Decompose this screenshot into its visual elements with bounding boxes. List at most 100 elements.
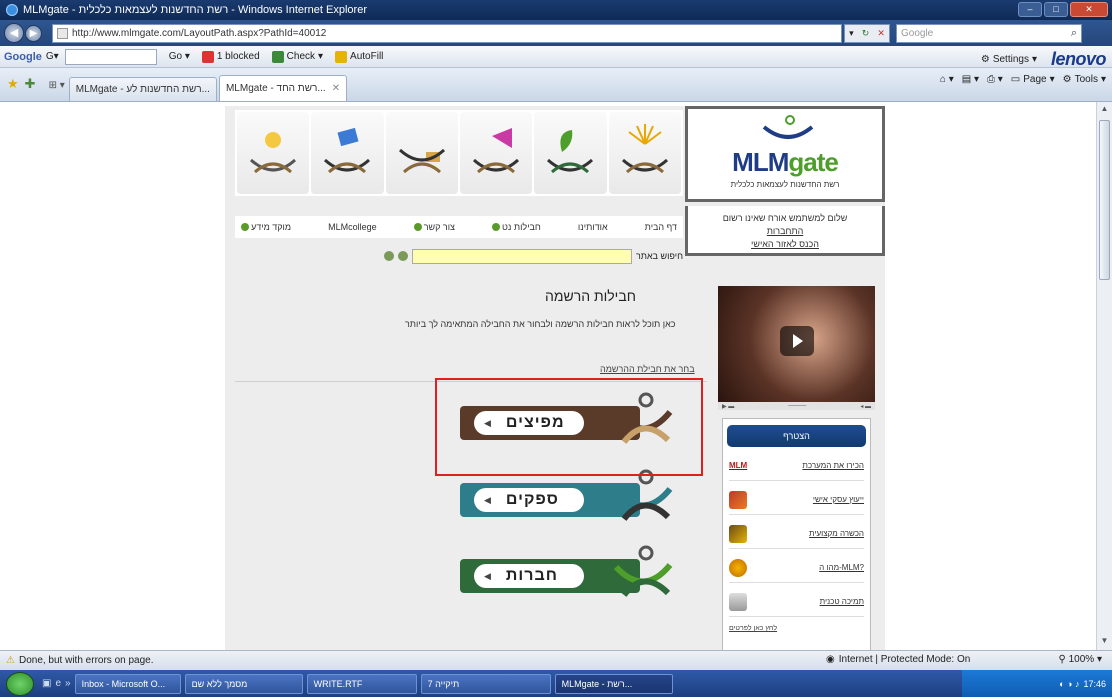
package-label: ספקים — [505, 491, 559, 508]
start-button[interactable] — [6, 671, 34, 696]
site-search-label: חיפוש באתר — [635, 251, 683, 261]
menu-item-home[interactable]: דף הבית — [645, 222, 677, 232]
check-button[interactable]: Check ▾ — [271, 50, 323, 63]
scroll-thumb[interactable] — [1099, 120, 1110, 280]
maximize-button[interactable]: □ — [1044, 2, 1068, 17]
side-item-what-is-mlm[interactable]: מהו ה-MLM? — [729, 553, 864, 583]
task-outlook[interactable]: Inbox - Microsoft O... — [74, 673, 181, 694]
popup-blocked-button[interactable]: 1 blocked — [201, 50, 260, 63]
settings-button[interactable]: ⚙ Settings ▾ — [981, 54, 1037, 65]
tab-mlmgate-2[interactable]: MLMgate - רשת החד... ✕ — [218, 75, 348, 101]
mlm-badge: MLM — [729, 461, 748, 470]
google-search-input[interactable] — [64, 48, 157, 65]
add-favorites-icon[interactable]: ✚ — [25, 76, 36, 92]
side-item-training[interactable]: הכשרה מקצועית — [729, 519, 864, 549]
stop-icon[interactable]: ✕ — [877, 28, 885, 39]
close-button[interactable]: ✕ — [1070, 2, 1108, 17]
taskbar: ▣ e » Inbox - Microsoft O... מסמך ללא שם… — [0, 670, 1112, 697]
task-label: תיקייה 7 — [427, 678, 460, 689]
site-search-input[interactable] — [411, 248, 632, 264]
autofill-button[interactable]: AutoFill — [335, 50, 383, 63]
warning-icon[interactable]: ⚠ — [6, 655, 15, 666]
google-menu-icon[interactable]: G▾ — [46, 51, 59, 62]
task-label: מסמך ללא שם — [191, 678, 248, 689]
task-write[interactable]: WRITE.RTF — [306, 673, 417, 694]
address-bar: ◀ ▶ http://www.mlmgate.com/LayoutPath.as… — [0, 20, 1112, 46]
mlmgate-logo[interactable]: MLMgate רשת החדשנות לעצמאות כלכלית — [685, 106, 885, 202]
print-button[interactable]: ⎙ ▾ — [987, 74, 1003, 85]
search-go-icon[interactable] — [383, 251, 394, 261]
page-menu[interactable]: ▭ Page ▾ — [1011, 74, 1055, 85]
back-button[interactable]: ◀ — [4, 23, 24, 43]
join-button[interactable]: הצטרף — [727, 425, 866, 447]
menu-item-label: מוקד מידע — [251, 222, 292, 232]
forward-button[interactable]: ▶ — [25, 24, 42, 42]
volume-icon[interactable]: ◂ ▬ — [860, 403, 871, 410]
side-item-consulting[interactable]: ייעוץ עסקי אישי — [729, 485, 864, 515]
side-item-label: הכירו את המערכת — [802, 461, 864, 470]
ie-quicklaunch-icon[interactable]: e — [55, 678, 61, 689]
choose-package-link[interactable]: בחר את חבילת ההרשמה — [600, 364, 695, 374]
dropdown-icon[interactable]: ▾ — [849, 28, 854, 39]
autofill-icon — [335, 50, 348, 63]
menu-item-support[interactable]: מוקד מידע — [241, 222, 291, 232]
security-zone[interactable]: ◉ Internet | Protected Mode: On — [826, 654, 970, 665]
menu-item-about[interactable]: אודותינו — [578, 222, 608, 232]
side-item-label: תמיכה טכנית — [819, 597, 864, 606]
personal-area-link[interactable]: הכנס לאזור האישי — [688, 238, 882, 251]
scroll-up-icon[interactable]: ▲ — [1099, 104, 1110, 116]
vertical-scrollbar[interactable]: ▲ ▼ — [1096, 102, 1112, 650]
tools-menu[interactable]: ⚙ Tools ▾ — [1063, 74, 1106, 85]
blocked-icon — [201, 50, 214, 63]
category-icon-2[interactable] — [311, 112, 384, 194]
settings-icon: ⚙ — [980, 54, 990, 65]
package-companies[interactable]: ◀ חברות — [460, 545, 690, 601]
task-mlmgate[interactable]: MLMgate - רשת... — [554, 673, 673, 694]
url-field[interactable]: http://www.mlmgate.com/LayoutPath.aspx?P… — [52, 23, 842, 43]
task-folder[interactable]: תיקייה 7 — [420, 673, 551, 694]
scroll-down-icon[interactable]: ▼ — [1099, 636, 1110, 648]
login-link[interactable]: התחברות — [688, 225, 882, 238]
task-document[interactable]: מסמך ללא שם — [184, 673, 303, 694]
search-icon[interactable]: ⌕ — [1071, 27, 1077, 40]
seek-bar[interactable]: ——— — [788, 403, 806, 409]
side-item-system[interactable]: MLM הכירו את המערכת — [729, 451, 864, 481]
category-icon-3[interactable] — [385, 112, 458, 194]
side-footer-link[interactable]: לחץ כאן לפרטים — [729, 625, 864, 632]
favorites-star-icon[interactable]: ★ — [7, 76, 19, 92]
zone-label: Internet | Protected Mode: On — [838, 654, 971, 665]
check-icon — [271, 50, 284, 63]
refresh-icon[interactable]: ↻ — [862, 28, 870, 39]
side-item-support[interactable]: תמיכה טכנית — [729, 587, 864, 617]
menu-item-college[interactable]: MLMcollege — [328, 222, 377, 232]
close-tab-icon[interactable]: ✕ — [332, 83, 340, 94]
category-icon-6[interactable] — [608, 112, 681, 194]
menu-item-packages[interactable]: חבילות נט — [492, 222, 541, 232]
minimize-button[interactable]: – — [1018, 2, 1042, 17]
headset-icon — [729, 558, 747, 577]
play-small-icon[interactable]: ▶ ▬ — [722, 403, 734, 410]
category-icon-4[interactable] — [459, 112, 533, 194]
go-button[interactable]: Go ▾ — [169, 51, 190, 62]
category-icon-1[interactable] — [237, 112, 310, 194]
tray-icons[interactable]: ◐ ◑ ♪ — [1059, 679, 1079, 689]
video-player[interactable] — [718, 286, 875, 402]
show-desktop-icon[interactable]: ▣ — [42, 678, 51, 689]
clock[interactable]: 17:46 — [1083, 679, 1106, 689]
menu-item-contact[interactable]: צור קשר — [413, 222, 455, 232]
login-greeting: שלום למשתמש אורח שאינו רשום — [722, 213, 848, 223]
package-suppliers[interactable]: ◀ ספקים — [460, 469, 690, 525]
tab-mlmgate-1[interactable]: MLMgate - רשת החדשנות לע... — [68, 77, 217, 101]
menu-bullet-icon — [413, 223, 422, 231]
site-container: MLMgate רשת החדשנות לעצמאות כלכלית מוקד … — [225, 106, 885, 650]
category-icon-5[interactable] — [534, 112, 607, 194]
search-input[interactable]: Google ⌕ — [896, 23, 1082, 43]
feeds-button[interactable]: ▤ ▾ — [962, 74, 979, 85]
task-label: MLMgate - רשת... — [561, 678, 633, 689]
home-button[interactable]: ⌂ ▾ — [940, 74, 954, 85]
advanced-search-icon[interactable] — [397, 251, 408, 261]
zoom-level[interactable]: ⚲ 100% ▾ — [1059, 654, 1103, 665]
play-icon[interactable] — [780, 326, 814, 356]
more-icon[interactable]: » — [65, 678, 71, 689]
quick-tabs-icon[interactable]: ⊞ ▾ — [49, 80, 65, 91]
